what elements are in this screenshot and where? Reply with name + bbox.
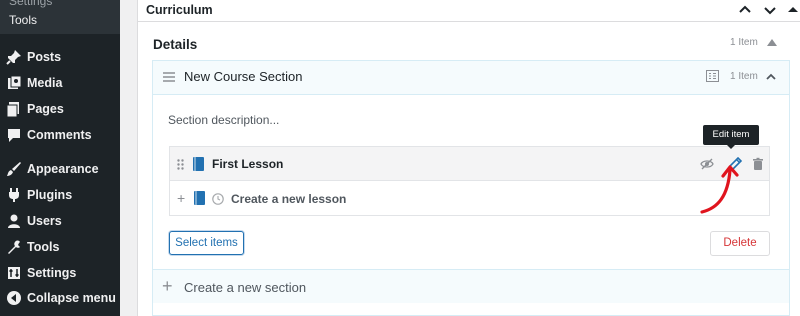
- chevron-up-icon[interactable]: [738, 3, 752, 17]
- wrench-icon: [8, 240, 20, 254]
- lesson-book-icon: [194, 191, 205, 205]
- settings-submenu: Settings Tools: [0, 0, 120, 34]
- submenu-tools-link[interactable]: Tools: [9, 13, 37, 27]
- sidebar-item-label: Users: [27, 214, 62, 228]
- details-toggle-icon[interactable]: [767, 39, 777, 46]
- annotation-arrow-icon: [700, 165, 739, 214]
- brush-icon: [7, 162, 21, 176]
- create-section-input[interactable]: Create a new section: [184, 280, 306, 295]
- plugin-icon: [9, 188, 19, 202]
- section-count: 1 Item: [730, 71, 758, 82]
- section-header[interactable]: New Course Section 1 Item: [153, 61, 789, 95]
- admin-sidebar: Settings Tools Posts Media Pages Comment…: [0, 0, 120, 316]
- sidebar-item-posts[interactable]: Posts: [0, 45, 120, 69]
- comments-icon: [8, 129, 20, 142]
- select-items-button[interactable]: Select items: [169, 231, 244, 255]
- chevron-up-icon[interactable]: [765, 71, 777, 83]
- sidebar-item-settings[interactable]: Settings: [0, 261, 120, 285]
- plus-icon[interactable]: +: [162, 277, 173, 295]
- hamburger-icon[interactable]: [163, 72, 175, 82]
- lesson-row[interactable]: First Lesson: [169, 146, 770, 181]
- sidebar-item-label: Appearance: [27, 162, 99, 176]
- edit-item-tooltip: Edit item: [703, 125, 759, 149]
- trash-icon[interactable]: [751, 157, 765, 171]
- lesson-book-icon: [193, 157, 204, 171]
- sidebar-item-comments[interactable]: Comments: [0, 123, 120, 147]
- details-count: 1 Item: [730, 37, 758, 48]
- media-icon: [8, 75, 22, 89]
- curriculum-header: Curriculum: [138, 0, 800, 22]
- pin-icon: [6, 50, 21, 65]
- settings-icon: [8, 267, 20, 279]
- sidebar-item-tools[interactable]: Tools: [0, 235, 120, 259]
- sidebar-item-media[interactable]: Media: [0, 71, 120, 95]
- sidebar-item-label: Plugins: [27, 188, 73, 202]
- curriculum-title: Curriculum: [146, 3, 213, 17]
- sidebar-partial-item[interactable]: Settings: [9, 0, 52, 8]
- course-section: New Course Section 1 Item Section descri…: [152, 60, 790, 316]
- sidebar-item-pages[interactable]: Pages: [0, 97, 120, 121]
- create-lesson-input[interactable]: Create a new lesson: [231, 192, 346, 206]
- collapse-icon: [7, 291, 21, 305]
- section-title[interactable]: New Course Section: [184, 69, 303, 84]
- delete-section-button[interactable]: Delete: [710, 231, 770, 256]
- sidebar-item-label: Media: [27, 76, 63, 90]
- sidebar-item-appearance[interactable]: Appearance: [0, 157, 120, 181]
- lesson-title[interactable]: First Lesson: [212, 157, 283, 171]
- drag-handle-icon[interactable]: [177, 159, 184, 170]
- section-items-icon: [706, 70, 719, 82]
- chevron-down-icon[interactable]: [763, 3, 777, 17]
- collapse-menu-button[interactable]: Collapse menu: [0, 286, 120, 310]
- user-icon: [8, 214, 20, 228]
- sidebar-item-label: Collapse menu: [27, 291, 116, 305]
- panel-toggle-up-icon[interactable]: [786, 3, 800, 17]
- sidebar-item-label: Pages: [27, 102, 64, 116]
- sidebar-item-label: Posts: [27, 50, 62, 64]
- create-section-row[interactable]: + Create a new section: [153, 269, 789, 303]
- sidebar-item-label: Comments: [27, 128, 92, 142]
- clock-icon: [212, 193, 224, 205]
- pages-icon: [6, 102, 19, 117]
- plus-icon[interactable]: +: [177, 191, 185, 205]
- sidebar-item-label: Settings: [27, 266, 77, 280]
- sidebar-item-users[interactable]: Users: [0, 209, 120, 233]
- details-title: Details: [153, 37, 198, 52]
- section-description[interactable]: Section description...: [168, 113, 279, 127]
- create-lesson-row[interactable]: + Create a new lesson: [169, 181, 770, 216]
- sidebar-item-plugins[interactable]: Plugins: [0, 183, 120, 207]
- sidebar-item-label: Tools: [27, 240, 60, 254]
